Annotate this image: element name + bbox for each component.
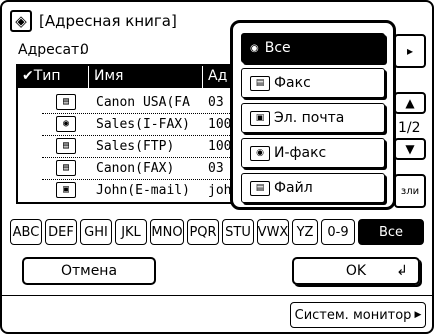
menu-item-label: Все [264, 40, 291, 56]
menu-item-label: И-факс [274, 145, 327, 161]
all-icon: ◉ [250, 42, 259, 54]
name-column-header[interactable]: Имя [94, 68, 123, 84]
menu-item-label: Эл. почта [274, 110, 345, 126]
row-address: joh [208, 183, 232, 198]
menu-item-fax[interactable]: ▤ Факс [241, 68, 385, 98]
type-filter-menu: ◉ Все ▤ Факс ▣ Эл. почта ◉ И-факс ▤ Файл [230, 20, 396, 210]
fax-icon: ▤ [250, 75, 270, 91]
fax-icon: ▤ [56, 160, 76, 176]
table-header: ✔Тип Имя Ад [18, 66, 254, 88]
address-table: ✔Тип Имя Ад ▤ Canon USA(FA 03 ◉ Sales(I-… [16, 64, 256, 204]
email-icon: ▣ [56, 182, 76, 198]
menu-item-label: Факс [274, 75, 311, 91]
chevron-right-icon: ▶ [414, 310, 422, 320]
details-button[interactable]: зли [394, 174, 426, 208]
table-row[interactable]: ▤ Canon USA(FA 03 [18, 92, 254, 114]
i-fax-icon: ◉ [56, 116, 76, 132]
menu-item-label: Файл [274, 180, 313, 196]
row-address: 100 [208, 117, 232, 132]
table-row[interactable]: ▤ Sales(FTP) 100 [18, 136, 254, 158]
letter-button-all[interactable]: Все [358, 219, 424, 245]
letter-button-0-9[interactable]: 0-9 [321, 219, 355, 245]
scroll-down-button[interactable]: ▼ [394, 138, 426, 160]
row-address: 03 [208, 161, 224, 176]
i-fax-icon: ◉ [250, 145, 270, 161]
row-address: 03 [208, 95, 224, 110]
letter-button-jkl[interactable]: JKL [115, 219, 147, 245]
row-name: Sales(FTP) [96, 139, 175, 154]
table-row[interactable]: ▤ Canon(FAX) 03 [18, 158, 254, 180]
scroll-up-button[interactable]: ▲ [394, 92, 426, 114]
letter-button-yz[interactable]: YZ [292, 219, 318, 245]
menu-item-i-fax[interactable]: ◉ И-факс [241, 138, 385, 168]
destination-count: 0 [80, 42, 89, 58]
letter-button-ghi[interactable]: GHI [80, 219, 112, 245]
menu-item-email[interactable]: ▣ Эл. почта [241, 103, 385, 133]
system-monitor-button[interactable]: Систем. монитор ▶ [290, 302, 426, 328]
next-button[interactable]: ▸ [394, 34, 426, 68]
page-indicator: 1/2 [398, 120, 421, 136]
row-address: 100 [208, 139, 232, 154]
ok-button[interactable]: OK ↲ [292, 257, 420, 285]
arrow-up-icon: ▲ [405, 96, 415, 110]
chevron-right-icon: ▸ [406, 44, 414, 58]
letter-button-def[interactable]: DEF [45, 219, 77, 245]
address-book-icon: ◈ [10, 10, 32, 32]
details-label: зли [400, 185, 420, 197]
destination-label: Адресат: [18, 42, 84, 58]
letter-button-stu[interactable]: STU [222, 219, 254, 245]
file-icon: ▤ [56, 138, 76, 154]
arrow-down-icon: ▼ [405, 142, 415, 156]
system-monitor-label: Систем. монитор [294, 307, 412, 323]
row-name: Sales(I-FAX) [96, 117, 190, 132]
cancel-button[interactable]: Отмена [22, 257, 156, 285]
type-column-header[interactable]: ✔Тип [22, 68, 61, 84]
address-book-screen: ◈ [Адресная книга] Адресат: 0 ✔Тип Имя А… [0, 0, 434, 334]
address-column-header[interactable]: Ад [208, 68, 227, 84]
row-name: John(E-mail) [96, 183, 190, 198]
table-row[interactable]: ◉ Sales(I-FAX) 100 [18, 114, 254, 136]
email-icon: ▣ [250, 110, 270, 126]
letter-button-pqr[interactable]: PQR [187, 219, 219, 245]
menu-item-file[interactable]: ▤ Файл [241, 173, 385, 203]
fax-icon: ▤ [56, 94, 76, 110]
menu-item-all[interactable]: ◉ Все [241, 33, 385, 63]
letter-button-abc[interactable]: ABC [10, 219, 42, 245]
page-title: [Адресная книга] [39, 12, 177, 30]
letter-button-vwx[interactable]: VWX [257, 219, 289, 245]
return-icon: ↲ [396, 263, 408, 279]
row-name: Canon(FAX) [96, 161, 175, 176]
letter-button-mno[interactable]: MNO [150, 219, 184, 245]
file-icon: ▤ [250, 180, 270, 196]
row-name: Canon USA(FA [96, 95, 190, 110]
table-row[interactable]: ▣ John(E-mail) joh [18, 180, 254, 202]
divider [2, 295, 432, 296]
header: ◈ [Адресная книга] [10, 8, 177, 34]
ok-label: OK [345, 263, 367, 279]
